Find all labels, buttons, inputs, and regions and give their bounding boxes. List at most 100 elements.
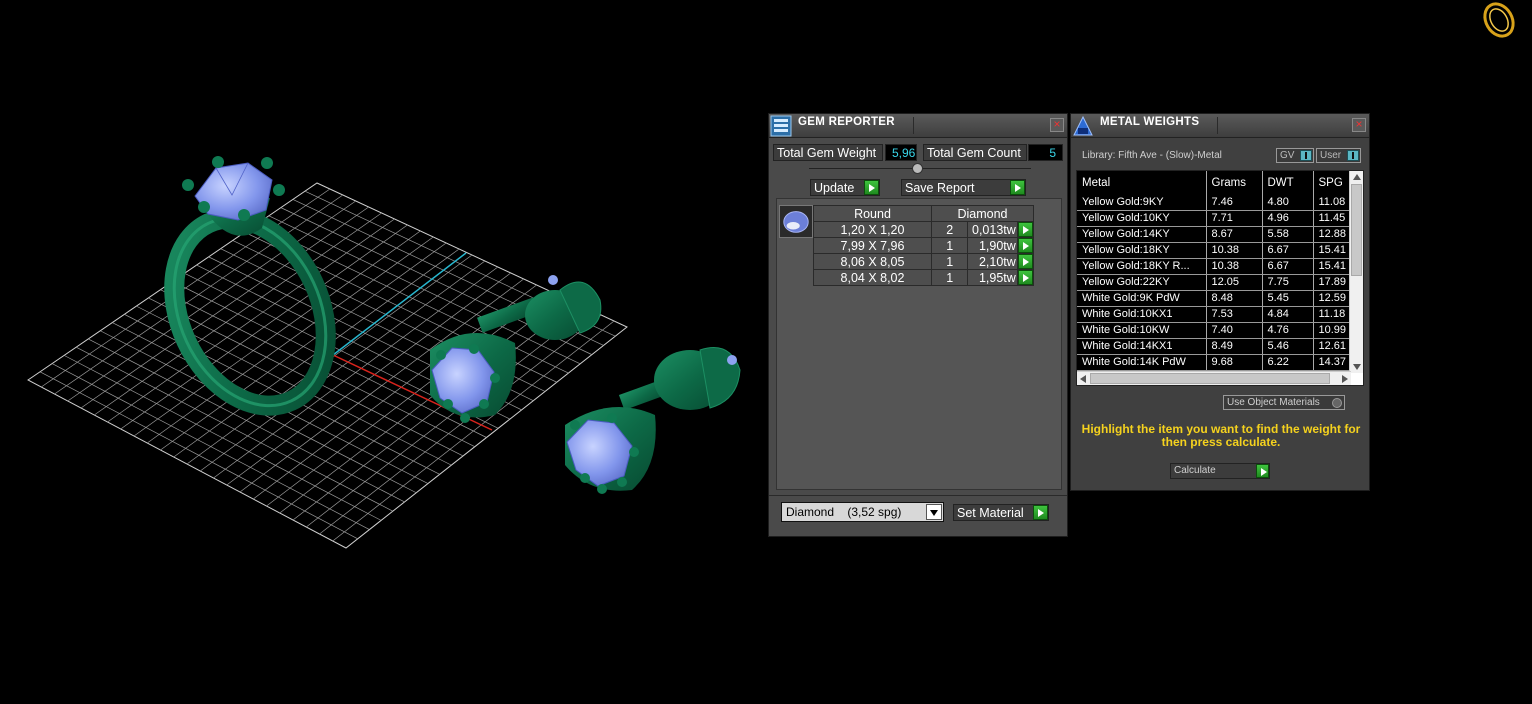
gem-weight: 2,10tw <box>967 253 1018 270</box>
play-arrow-icon <box>1256 464 1269 478</box>
metal-dwt: 4.96 <box>1262 210 1314 227</box>
metal-grams: 7.40 <box>1206 322 1263 339</box>
metal-spg: 17.89 <box>1313 274 1353 291</box>
gem-row[interactable]: 8,06 X 8,05 1 2,10tw <box>813 253 1035 270</box>
metal-row[interactable]: White Gold:14K PdW 9.68 6.22 14.37 <box>1077 354 1353 371</box>
metal-row[interactable]: White Gold:14KX1 8.49 5.46 12.61 <box>1077 338 1353 355</box>
total-gem-count-value: 5 <box>1028 144 1063 161</box>
gem-size: 1,20 X 1,20 <box>813 221 932 238</box>
gem-table-header-shape: Round <box>813 205 932 222</box>
save-report-button[interactable]: Save Report <box>901 179 1026 196</box>
metal-spg: 10.99 <box>1313 322 1353 339</box>
gem-row-select[interactable] <box>1016 269 1035 286</box>
metal-row[interactable]: Yellow Gold:10KY 7.71 4.96 11.45 <box>1077 210 1353 227</box>
metal-spg: 14.37 <box>1313 354 1353 371</box>
gem-row[interactable]: 7,99 X 7,96 1 1,90tw <box>813 237 1035 254</box>
scroll-up-icon[interactable] <box>1353 174 1361 180</box>
gem-size: 7,99 X 7,96 <box>813 237 932 254</box>
play-arrow-icon <box>1017 222 1033 237</box>
user-toggle[interactable]: User <box>1316 148 1361 163</box>
metal-row[interactable]: White Gold:10KW 7.40 4.76 10.99 <box>1077 322 1353 339</box>
gem-reporter-title: GEM REPORTER <box>798 116 895 128</box>
collapse-toggle-icon[interactable] <box>912 163 923 174</box>
gv-label: GV <box>1280 150 1295 161</box>
metal-grams: 7.71 <box>1206 210 1263 227</box>
ring-logo-icon <box>1483 2 1515 38</box>
gem-table: Round Diamond 1,20 X 1,20 2 0,013tw 7,99… <box>813 205 1035 286</box>
gem-thumbnail-icon <box>779 205 813 238</box>
material-select[interactable]: Diamond (3,52 spg) <box>781 502 944 522</box>
gem-reporter-titlebar[interactable]: GEM REPORTER × <box>769 114 1067 138</box>
scroll-right-icon[interactable] <box>1342 375 1348 383</box>
gem-row-select[interactable] <box>1016 237 1035 254</box>
3d-viewport[interactable] <box>0 0 760 704</box>
gem-count: 1 <box>930 269 969 286</box>
metal-row[interactable]: Yellow Gold:18KY 10.38 6.67 15.41 <box>1077 242 1353 259</box>
metal-row[interactable]: Yellow Gold:9KY 7.46 4.80 11.08 <box>1077 194 1353 211</box>
gem-size: 8,06 X 8,05 <box>813 253 932 270</box>
metal-dwt: 4.84 <box>1262 306 1314 323</box>
metal-grams: 12.05 <box>1206 274 1263 291</box>
metal-dwt: 5.46 <box>1262 338 1314 355</box>
total-gem-weight-label: Total Gem Weight <box>773 144 883 161</box>
close-icon[interactable]: × <box>1352 118 1366 132</box>
stud-earring-model-back[interactable] <box>565 347 741 495</box>
metal-spg: 12.61 <box>1313 338 1353 355</box>
metal-spg: 12.88 <box>1313 226 1353 243</box>
metal-name: White Gold:10KX1 <box>1077 306 1207 323</box>
gem-count: 1 <box>930 237 969 254</box>
metal-row[interactable]: Yellow Gold:14KY 8.67 5.58 12.88 <box>1077 226 1353 243</box>
metal-dwt: 4.76 <box>1262 322 1314 339</box>
metal-dwt: 5.45 <box>1262 290 1314 307</box>
close-icon[interactable]: × <box>1050 118 1064 132</box>
update-button[interactable]: Update <box>810 179 880 196</box>
metal-weights-titlebar[interactable]: METAL WEIGHTS × <box>1071 114 1369 138</box>
gem-row-select[interactable] <box>1016 253 1035 270</box>
titlebar-divider <box>1217 117 1218 134</box>
play-arrow-icon <box>864 180 879 195</box>
gem-row[interactable]: 8,04 X 8,02 1 1,95tw <box>813 269 1035 286</box>
scroll-down-icon[interactable] <box>1353 364 1361 370</box>
spg-col-header[interactable]: SPG <box>1313 171 1353 194</box>
metal-row[interactable]: White Gold:10KX1 7.53 4.84 11.18 <box>1077 306 1353 323</box>
metal-dwt: 7.75 <box>1262 274 1314 291</box>
metal-dwt: 4.80 <box>1262 194 1314 211</box>
radio-icon <box>1332 398 1342 408</box>
gem-row[interactable]: 1,20 X 1,20 2 0,013tw <box>813 221 1035 238</box>
calculate-label: Calculate <box>1174 465 1216 476</box>
metal-col-header[interactable]: Metal <box>1077 171 1207 194</box>
metal-spg: 11.18 <box>1313 306 1353 323</box>
horizontal-scrollbar[interactable] <box>1077 371 1351 385</box>
metal-dwt: 5.58 <box>1262 226 1314 243</box>
gv-toggle[interactable]: GV <box>1276 148 1314 163</box>
panel-divider <box>769 495 1067 496</box>
metal-spg: 15.41 <box>1313 242 1353 259</box>
grams-col-header[interactable]: Grams <box>1206 171 1263 194</box>
use-object-materials-toggle[interactable]: Use Object Materials <box>1223 395 1345 410</box>
scroll-left-icon[interactable] <box>1080 375 1086 383</box>
gem-weight: 1,90tw <box>967 237 1018 254</box>
gem-count: 2 <box>930 221 969 238</box>
scroll-thumb[interactable] <box>1351 184 1362 276</box>
calculate-button[interactable]: Calculate <box>1170 463 1270 479</box>
gem-row-select[interactable] <box>1016 221 1035 238</box>
scroll-thumb[interactable] <box>1090 373 1330 384</box>
dropdown-arrow-icon <box>926 504 942 520</box>
toggle-icon <box>1300 150 1312 161</box>
metal-table-container: Metal Grams DWT SPG Yellow Gold:9KY 7.46 4… <box>1076 170 1364 386</box>
dwt-col-header[interactable]: DWT <box>1262 171 1314 194</box>
metal-row[interactable]: Yellow Gold:18KY R... 10.38 6.67 15.41 <box>1077 258 1353 275</box>
play-arrow-icon <box>1017 254 1033 269</box>
metal-spg: 12.59 <box>1313 290 1353 307</box>
vertical-scrollbar[interactable] <box>1349 171 1363 373</box>
metal-name: White Gold:9K PdW <box>1077 290 1207 307</box>
set-material-button[interactable]: Set Material <box>953 504 1049 521</box>
metal-row[interactable]: Yellow Gold:22KY 12.05 7.75 17.89 <box>1077 274 1353 291</box>
metal-row[interactable]: White Gold:9K PdW 8.48 5.45 12.59 <box>1077 290 1353 307</box>
metal-grams: 7.53 <box>1206 306 1263 323</box>
metal-name: Yellow Gold:18KY R... <box>1077 258 1207 275</box>
play-arrow-icon <box>1017 270 1033 285</box>
gem-size: 8,04 X 8,02 <box>813 269 932 286</box>
metal-dwt: 6.67 <box>1262 242 1314 259</box>
gem-list: Round Diamond 1,20 X 1,20 2 0,013tw 7,99… <box>776 198 1062 490</box>
